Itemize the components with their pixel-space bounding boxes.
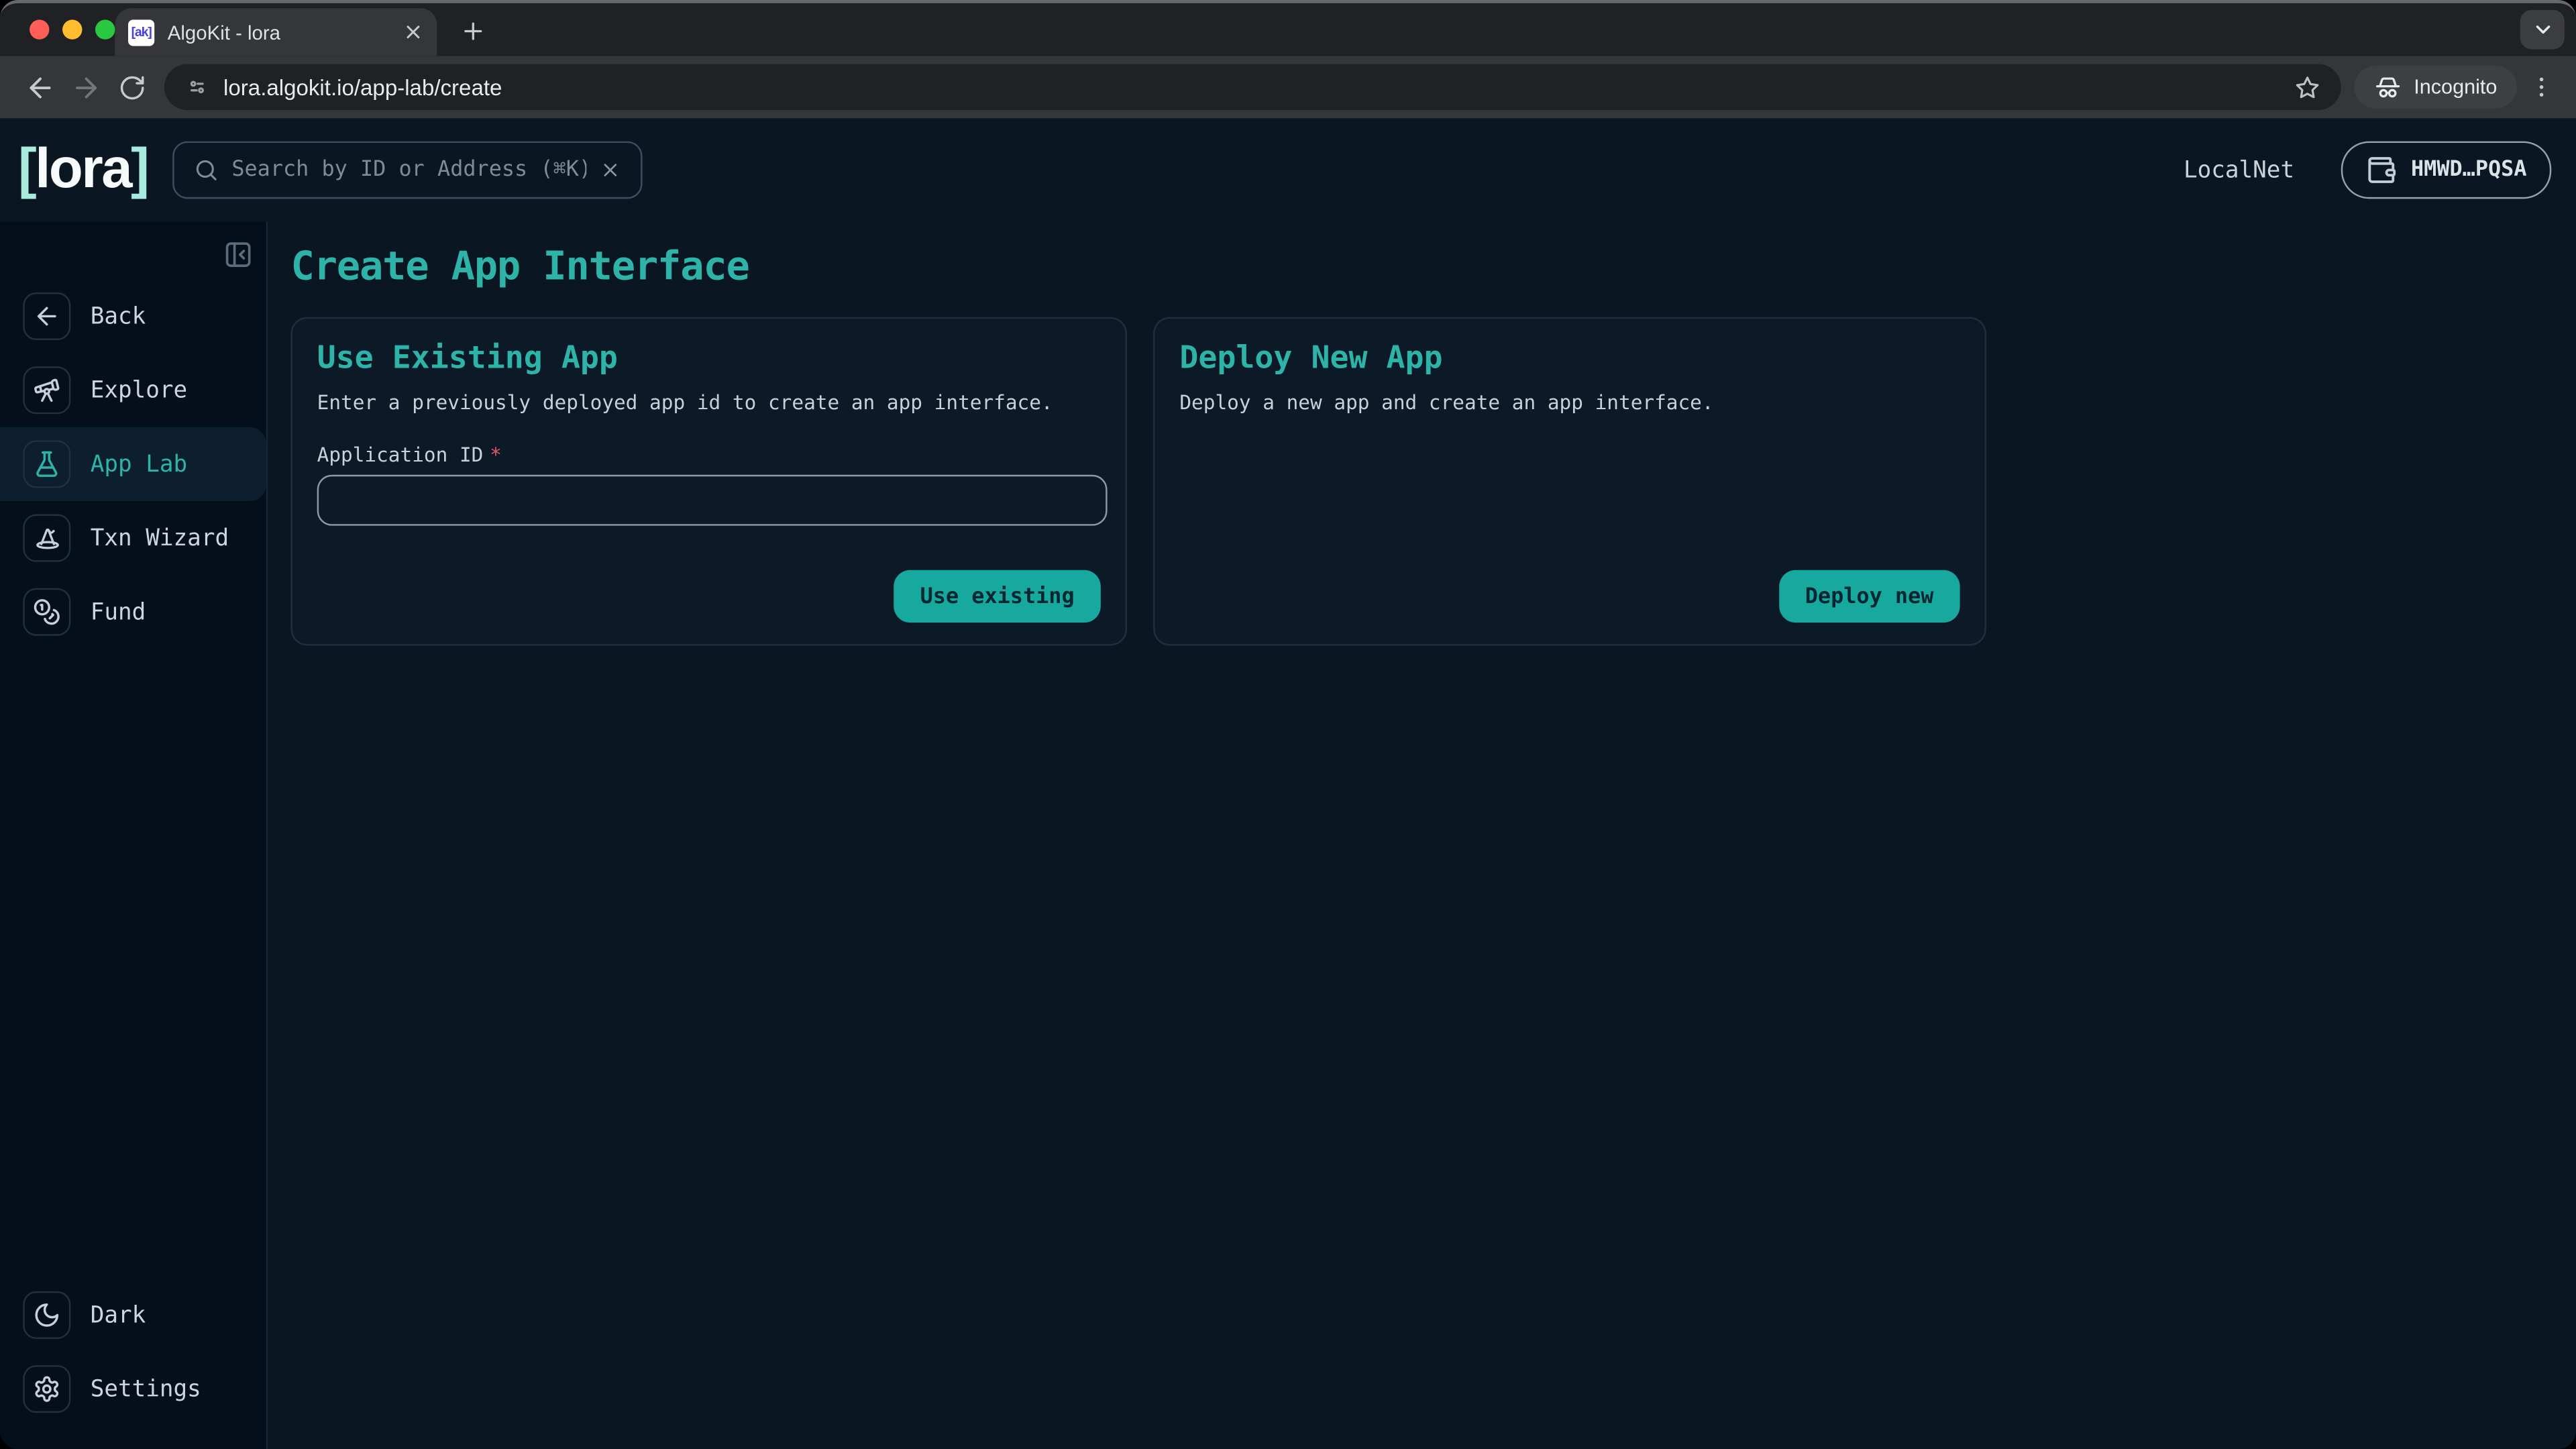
lora-logo[interactable]: [lora] bbox=[18, 138, 148, 203]
moon-icon bbox=[33, 1301, 61, 1330]
global-search[interactable] bbox=[172, 142, 642, 199]
address-bar[interactable]: lora.algokit.io/app-lab/create bbox=[164, 64, 2342, 111]
tab-title: AlgoKit - lora bbox=[168, 21, 390, 44]
sidebar-item-explore[interactable]: Explore bbox=[0, 354, 266, 427]
sidebar-item-label: Explore bbox=[91, 377, 188, 403]
card-title: Use Existing App bbox=[317, 340, 1101, 376]
coins-icon bbox=[33, 598, 61, 626]
maximize-window-button[interactable] bbox=[95, 19, 115, 39]
required-asterisk: * bbox=[490, 443, 502, 466]
sidebar-item-theme-toggle[interactable]: Dark bbox=[0, 1278, 266, 1352]
wallet-icon bbox=[2365, 154, 2396, 186]
sidebar-item-back[interactable]: Back bbox=[0, 279, 266, 353]
flask-icon bbox=[33, 450, 61, 478]
application-id-input[interactable] bbox=[317, 475, 1108, 526]
sidebar-item-label: Dark bbox=[91, 1302, 146, 1328]
sidebar-item-label: Back bbox=[91, 303, 146, 329]
app-body: Back Explore App Lab bbox=[0, 222, 2576, 1449]
search-clear-icon[interactable] bbox=[600, 160, 621, 181]
lora-app: [lora] LocalNet HM bbox=[0, 118, 2576, 1449]
sidebar: Back Explore App Lab bbox=[0, 222, 268, 1449]
application-id-field: Application ID * bbox=[317, 443, 1101, 525]
browser-menu-icon[interactable] bbox=[2524, 64, 2560, 111]
use-existing-button[interactable]: Use existing bbox=[894, 570, 1100, 623]
wallet-button[interactable]: HMWD…PQSA bbox=[2341, 142, 2552, 199]
sidebar-item-label: Settings bbox=[91, 1376, 201, 1402]
bookmark-star-icon[interactable] bbox=[2294, 73, 2322, 101]
tab-strip: [ak] AlgoKit - lora bbox=[0, 3, 2576, 56]
tab-overflow-chevron-icon[interactable] bbox=[2520, 10, 2565, 50]
sidebar-item-settings[interactable]: Settings bbox=[0, 1352, 266, 1426]
card-title: Deploy New App bbox=[1179, 340, 1960, 376]
use-existing-app-card: Use Existing App Enter a previously depl… bbox=[290, 317, 1127, 646]
collapse-sidebar-icon[interactable] bbox=[223, 240, 253, 270]
site-info-icon[interactable] bbox=[184, 74, 210, 100]
deploy-new-app-card: Deploy New App Deploy a new app and crea… bbox=[1153, 317, 1986, 646]
minimize-window-button[interactable] bbox=[62, 19, 82, 39]
card-description: Enter a previously deployed app id to cr… bbox=[317, 391, 1101, 414]
telescope-icon bbox=[33, 376, 61, 405]
reload-icon[interactable] bbox=[109, 64, 155, 111]
new-tab-button[interactable] bbox=[453, 11, 493, 51]
back-icon[interactable] bbox=[16, 64, 62, 111]
deploy-new-button[interactable]: Deploy new bbox=[1779, 570, 1960, 623]
app-header: [lora] LocalNet HM bbox=[0, 118, 2576, 221]
macos-traffic-lights bbox=[30, 19, 115, 39]
browser-window: [ak] AlgoKit - lora bbox=[0, 0, 2576, 1449]
card-description: Deploy a new app and create an app inter… bbox=[1179, 391, 1960, 414]
tab-favicon-icon: [ak] bbox=[128, 19, 154, 45]
url-text[interactable]: lora.algokit.io/app-lab/create bbox=[223, 74, 2281, 99]
incognito-badge: Incognito bbox=[2355, 66, 2517, 109]
network-label[interactable]: LocalNet bbox=[2184, 157, 2294, 183]
sidebar-footer: Dark Settings bbox=[0, 1278, 266, 1449]
gear-icon bbox=[33, 1375, 61, 1403]
arrow-left-icon bbox=[33, 303, 61, 331]
forward-icon[interactable] bbox=[62, 64, 109, 111]
close-window-button[interactable] bbox=[30, 19, 49, 39]
incognito-icon bbox=[2374, 73, 2402, 101]
sidebar-item-app-lab[interactable]: App Lab bbox=[0, 427, 266, 501]
sidebar-item-label: Txn Wizard bbox=[91, 525, 229, 551]
wallet-address: HMWD…PQSA bbox=[2411, 158, 2527, 182]
cards-row: Use Existing App Enter a previously depl… bbox=[290, 317, 2576, 646]
incognito-label: Incognito bbox=[2414, 76, 2497, 99]
search-icon bbox=[194, 158, 219, 182]
main-content: Create App Interface Use Existing App En… bbox=[268, 222, 2576, 1449]
application-id-label: Application ID bbox=[317, 443, 484, 466]
screen: [ak] AlgoKit - lora bbox=[0, 0, 2576, 1449]
sidebar-item-label: App Lab bbox=[91, 451, 188, 477]
tab-close-icon[interactable] bbox=[402, 21, 424, 43]
wizard-hat-icon bbox=[32, 523, 62, 553]
sidebar-item-label: Fund bbox=[91, 599, 146, 625]
sidebar-nav: Back Explore App Lab bbox=[0, 279, 266, 649]
browser-tab[interactable]: [ak] AlgoKit - lora bbox=[115, 8, 437, 56]
header-right: LocalNet HMWD…PQSA bbox=[2184, 142, 2551, 199]
page-title: Create App Interface bbox=[290, 243, 2576, 289]
browser-toolbar: lora.algokit.io/app-lab/create Incognito bbox=[0, 56, 2576, 118]
sidebar-item-txn-wizard[interactable]: Txn Wizard bbox=[0, 501, 266, 575]
sidebar-item-fund[interactable]: Fund bbox=[0, 575, 266, 649]
search-input[interactable] bbox=[231, 158, 586, 182]
